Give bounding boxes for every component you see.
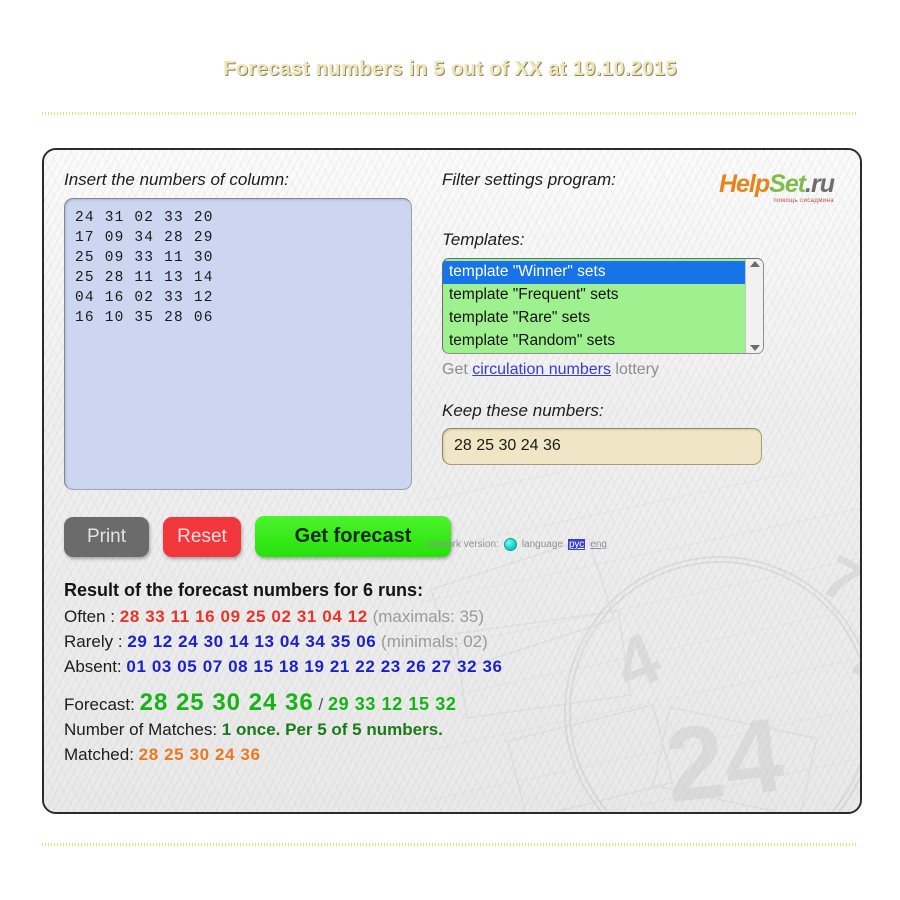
forecast-label: Forecast: bbox=[64, 695, 135, 714]
forecast-separator: / bbox=[318, 695, 324, 714]
page-root: Forecast numbers in 5 out of XX at 19.10… bbox=[0, 0, 900, 900]
templates-listbox[interactable]: template "Winner" sets template "Frequen… bbox=[442, 258, 764, 354]
results-section: Result of the forecast numbers for 6 run… bbox=[64, 580, 824, 767]
logo-part-help: Help bbox=[718, 170, 770, 198]
helpset-logo[interactable]: HelpSet.ru помощь сисадмина bbox=[718, 170, 835, 205]
get-forecast-button[interactable]: Get forecast bbox=[255, 516, 451, 557]
language-label: language bbox=[521, 539, 563, 550]
circulation-numbers-line: Get circulation numbers lottery bbox=[442, 361, 842, 379]
often-note: (maximals: 35) bbox=[372, 607, 485, 626]
print-button[interactable]: Print bbox=[64, 516, 149, 557]
result-row-absent: Absent: 01 03 05 07 08 15 18 19 21 22 23… bbox=[64, 654, 824, 679]
template-item-frequent[interactable]: template "Frequent" sets bbox=[443, 284, 745, 307]
templates-label: Templates: bbox=[442, 230, 525, 249]
matched-label: Matched: bbox=[64, 745, 134, 764]
templates-list[interactable]: template "Winner" sets template "Frequen… bbox=[443, 259, 745, 353]
result-row-matched: Matched: 28 25 30 24 36 bbox=[64, 742, 824, 767]
rarely-numbers: 29 12 24 30 14 13 04 34 35 06 bbox=[127, 632, 377, 651]
action-buttons: Print Reset Get forecast bbox=[64, 516, 451, 557]
rarely-label: Rarely : bbox=[64, 632, 123, 651]
language-link-rus[interactable]: рус bbox=[567, 539, 586, 550]
keep-numbers-input[interactable]: 28 25 30 24 36 bbox=[442, 428, 762, 465]
numbers-textarea[interactable]: 24 31 02 33 20 17 09 34 28 29 25 09 33 1… bbox=[64, 198, 412, 490]
main-panel: 24 4 7 2 4 Insert the numbers of column:… bbox=[42, 148, 862, 814]
template-item-random[interactable]: template "Random" sets bbox=[443, 330, 745, 353]
keep-numbers-label: Keep these numbers: bbox=[442, 401, 604, 420]
matches-value: 1 once. Per 5 of 5 numbers. bbox=[221, 720, 443, 739]
left-column: Insert the numbers of column: 24 31 02 3… bbox=[64, 170, 434, 490]
helpset-logo-text: HelpSet.ru bbox=[718, 170, 835, 198]
language-link-eng[interactable]: eng bbox=[590, 539, 607, 550]
circulation-suffix: lottery bbox=[610, 361, 659, 378]
result-row-matches: Number of Matches: 1 once. Per 5 of 5 nu… bbox=[64, 717, 824, 742]
scroll-down-arrow-icon[interactable] bbox=[749, 345, 760, 351]
scroll-up-arrow-icon[interactable] bbox=[749, 261, 760, 267]
circulation-numbers-link[interactable]: circulation numbers bbox=[472, 361, 611, 378]
template-item-winner[interactable]: template "Winner" sets bbox=[443, 261, 745, 284]
divider-bottom bbox=[42, 843, 858, 846]
divider-top bbox=[42, 112, 858, 115]
reset-button[interactable]: Reset bbox=[163, 516, 241, 557]
insert-numbers-label: Insert the numbers of column: bbox=[64, 170, 289, 189]
svg-text:4: 4 bbox=[584, 811, 643, 814]
circulation-prefix: Get bbox=[442, 361, 473, 378]
rarely-note: (minimals: 02) bbox=[381, 632, 488, 651]
forecast-primary-numbers: 28 25 30 24 36 bbox=[139, 689, 314, 716]
often-label: Often : bbox=[64, 607, 116, 626]
network-language-bar: network version: language рус eng bbox=[426, 538, 607, 551]
template-item-rare[interactable]: template "Rare" sets bbox=[443, 307, 745, 330]
forecast-secondary-numbers: 29 33 12 15 32 bbox=[327, 694, 457, 714]
logo-part-set: Set bbox=[769, 170, 806, 198]
templates-scrollbar[interactable] bbox=[745, 259, 763, 353]
result-row-often: Often : 28 33 11 16 09 25 02 31 04 12 (m… bbox=[64, 604, 824, 629]
logo-part-ru: .ru bbox=[805, 170, 835, 198]
status-dot-icon[interactable] bbox=[503, 538, 517, 551]
right-column: Filter settings program: HelpSet.ru помо… bbox=[442, 170, 842, 465]
logo-subtitle: помощь сисадмина bbox=[773, 198, 834, 204]
page-title-bar: Forecast numbers in 5 out of XX at 19.10… bbox=[0, 58, 900, 81]
result-row-rarely: Rarely : 29 12 24 30 14 13 04 34 35 06 (… bbox=[64, 629, 824, 654]
result-row-forecast: Forecast: 28 25 30 24 36 / 29 33 12 15 3… bbox=[64, 690, 824, 717]
often-numbers: 28 33 11 16 09 25 02 31 04 12 bbox=[119, 607, 368, 626]
results-heading: Result of the forecast numbers for 6 run… bbox=[64, 580, 424, 600]
network-version-label: network version: bbox=[426, 539, 499, 550]
page-title: Forecast numbers in 5 out of XX at 19.10… bbox=[223, 58, 677, 80]
matches-label: Number of Matches: bbox=[64, 720, 218, 739]
absent-label: Absent: bbox=[64, 657, 122, 676]
matched-numbers: 28 25 30 24 36 bbox=[138, 745, 261, 764]
absent-numbers: 01 03 05 07 08 15 18 19 21 22 23 26 27 3… bbox=[126, 657, 503, 676]
svg-text:2: 2 bbox=[846, 628, 862, 692]
